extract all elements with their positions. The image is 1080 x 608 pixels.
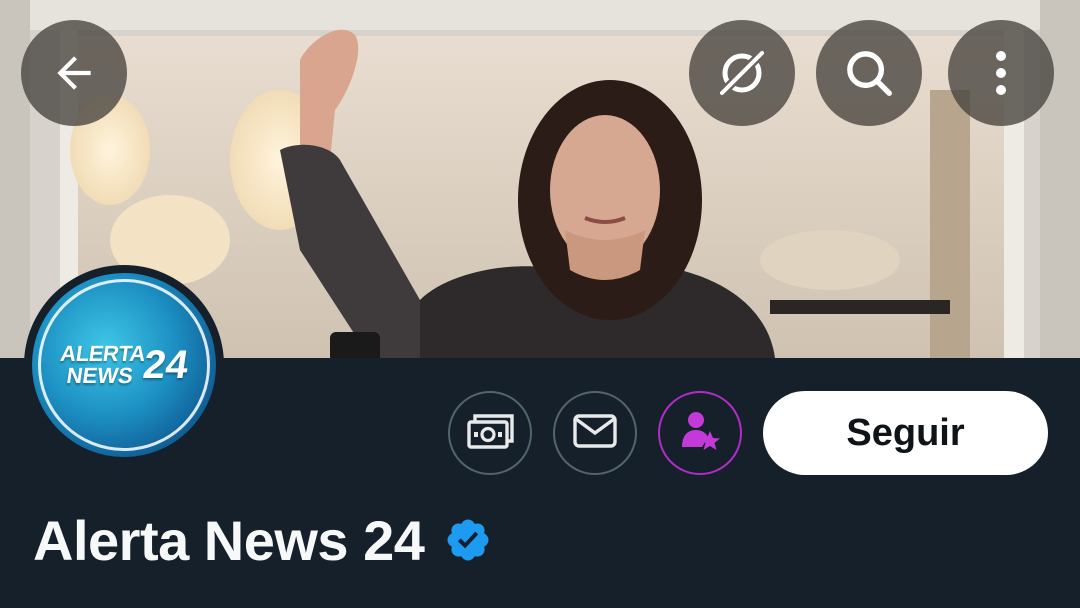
envelope-icon <box>572 413 618 454</box>
follow-button[interactable]: Seguir <box>763 391 1048 475</box>
subscribe-button[interactable] <box>658 391 742 475</box>
avatar-logo-number: 24 <box>140 343 192 387</box>
more-options-button[interactable] <box>948 20 1054 126</box>
back-button[interactable] <box>21 20 127 126</box>
search-icon <box>842 46 896 100</box>
avatar-logo: ALERTA NEWS 24 <box>56 341 192 388</box>
avatar[interactable]: ALERTA NEWS 24 <box>24 265 224 465</box>
money-icon <box>465 411 515 456</box>
verified-badge-icon[interactable] <box>444 516 492 569</box>
tip-button[interactable] <box>448 391 532 475</box>
avatar-logo-line2: NEWS <box>65 363 136 388</box>
grok-button[interactable] <box>689 20 795 126</box>
avatar-logo-image: ALERTA NEWS 24 <box>32 273 216 457</box>
grok-icon <box>714 45 770 101</box>
search-button[interactable] <box>816 20 922 126</box>
avatar-logo-line1: ALERTA <box>59 341 148 366</box>
display-name: Alerta News 24 <box>33 509 425 572</box>
more-vertical-icon <box>994 48 1008 98</box>
person-star-icon <box>678 409 722 458</box>
arrow-left-icon <box>49 48 99 98</box>
message-button[interactable] <box>553 391 637 475</box>
profile-name-row: Alerta News 24 <box>33 508 492 573</box>
